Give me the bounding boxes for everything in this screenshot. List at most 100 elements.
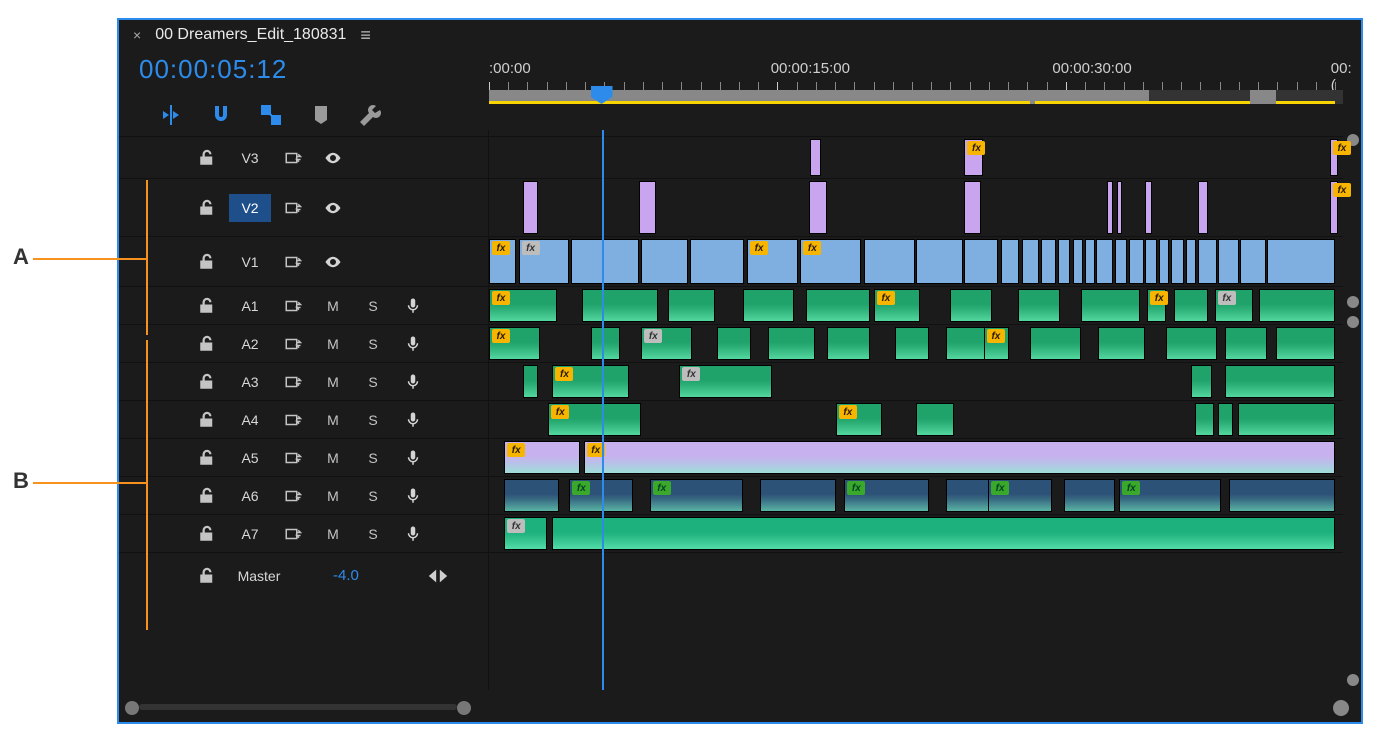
mute-toggle[interactable]: M	[315, 406, 351, 434]
vscroll-nub-mid2[interactable]	[1347, 316, 1359, 328]
clip[interactable]: fx	[519, 239, 570, 284]
track-output-toggle[interactable]	[315, 194, 351, 222]
track-output-toggle[interactable]	[315, 144, 351, 172]
track-target-a6[interactable]: A6	[229, 482, 271, 510]
audio-track-row-a3[interactable]: fxfx	[489, 362, 1343, 400]
clip[interactable]	[1098, 327, 1145, 360]
track-target-a4[interactable]: A4	[229, 406, 271, 434]
lock-toggle[interactable]	[189, 368, 225, 396]
video-track-header-v2[interactable]: V2	[119, 178, 488, 236]
lock-toggle[interactable]	[189, 194, 225, 222]
panel-menu-icon[interactable]: ≡	[360, 25, 371, 46]
track-target-a1[interactable]: A1	[229, 292, 271, 320]
audio-track-row-a5[interactable]: fxfx	[489, 438, 1343, 476]
clip[interactable]	[1064, 479, 1115, 512]
video-track-row-v1[interactable]: fxfxfxfx	[489, 236, 1343, 286]
sync-lock-toggle[interactable]	[275, 194, 311, 222]
solo-toggle[interactable]: S	[355, 406, 391, 434]
clip[interactable]	[641, 239, 688, 284]
clip[interactable]: fx	[836, 403, 883, 436]
clip[interactable]	[1191, 365, 1212, 398]
master-volume-value[interactable]: -4.0	[333, 567, 359, 584]
clip[interactable]	[1225, 365, 1335, 398]
track-target-v2[interactable]: V2	[229, 194, 271, 222]
lock-toggle[interactable]	[189, 482, 225, 510]
sync-lock-toggle[interactable]	[275, 444, 311, 472]
master-track-header[interactable]: Master-4.0	[119, 552, 488, 598]
linked-selection-icon[interactable]	[259, 103, 283, 127]
audio-track-row-a4[interactable]: fxfx	[489, 400, 1343, 438]
clip[interactable]	[1218, 239, 1238, 284]
master-track-row[interactable]	[489, 552, 1343, 598]
clip[interactable]	[1117, 181, 1122, 234]
clip[interactable]	[810, 139, 820, 176]
clip[interactable]	[582, 289, 658, 322]
wrench-icon[interactable]	[359, 103, 383, 127]
clip[interactable]	[591, 327, 621, 360]
sync-lock-toggle[interactable]	[275, 368, 311, 396]
clip[interactable]	[916, 239, 963, 284]
current-time-display[interactable]: 00:00:05:12	[139, 54, 489, 85]
clip[interactable]	[1259, 289, 1335, 322]
clip[interactable]: fx	[1330, 181, 1338, 234]
clip[interactable]: fx	[504, 517, 546, 550]
sync-lock-toggle[interactable]	[275, 406, 311, 434]
clip[interactable]	[1058, 239, 1071, 284]
vscroll-nub-mid1[interactable]	[1347, 296, 1359, 308]
clip[interactable]	[809, 181, 828, 234]
mute-toggle[interactable]: M	[315, 292, 351, 320]
solo-toggle[interactable]: S	[355, 444, 391, 472]
sync-lock-toggle[interactable]	[275, 144, 311, 172]
clip[interactable]: fx	[552, 365, 628, 398]
lock-toggle[interactable]	[189, 520, 225, 548]
clip[interactable]	[760, 479, 836, 512]
track-target-a7[interactable]: A7	[229, 520, 271, 548]
clip[interactable]	[827, 327, 869, 360]
mute-toggle[interactable]: M	[315, 482, 351, 510]
track-target-a3[interactable]: A3	[229, 368, 271, 396]
lock-toggle[interactable]	[189, 444, 225, 472]
audio-track-header-a5[interactable]: A5MS	[119, 438, 488, 476]
clip[interactable]	[1229, 479, 1335, 512]
work-area-bar[interactable]	[489, 90, 1343, 104]
clip[interactable]: fx	[964, 139, 983, 176]
clip[interactable]	[950, 289, 992, 322]
clip[interactable]: fx	[489, 327, 540, 360]
marker-icon[interactable]	[309, 103, 333, 127]
audio-track-header-a7[interactable]: A7MS	[119, 514, 488, 552]
insert-overwrite-icon[interactable]	[159, 103, 183, 127]
audio-track-row-a7[interactable]: fx	[489, 514, 1343, 552]
clip[interactable]	[1145, 239, 1157, 284]
audio-track-header-a2[interactable]: A2MS	[119, 324, 488, 362]
clip[interactable]: fx	[874, 289, 921, 322]
zoom-scrollbar[interactable]	[125, 698, 471, 716]
clip[interactable]	[1238, 403, 1335, 436]
mute-toggle[interactable]: M	[315, 444, 351, 472]
clip[interactable]	[1022, 239, 1039, 284]
clip[interactable]	[1041, 239, 1056, 284]
clip[interactable]	[916, 403, 954, 436]
mute-toggle[interactable]: M	[315, 368, 351, 396]
track-target-v1[interactable]: V1	[229, 248, 271, 276]
clip[interactable]	[1107, 181, 1114, 234]
clip[interactable]	[964, 181, 981, 234]
clip[interactable]	[1225, 327, 1267, 360]
audio-track-row-a1[interactable]: fxfxfxfx	[489, 286, 1343, 324]
lock-toggle[interactable]	[189, 330, 225, 358]
audio-track-row-a2[interactable]: fxfxfx	[489, 324, 1343, 362]
timeline-clip-area[interactable]: fxfxfxfxfxfxfxfxfxfxfxfxfxfxfxfxfxfxfxfx…	[489, 130, 1361, 690]
voiceover-record-toggle[interactable]	[395, 482, 431, 510]
close-sequence-button[interactable]: ×	[133, 27, 141, 43]
clip[interactable]: fx	[984, 327, 1009, 360]
clip[interactable]: fx	[584, 441, 1335, 474]
clip[interactable]	[1030, 327, 1081, 360]
clip[interactable]	[504, 479, 559, 512]
clip[interactable]	[1081, 289, 1140, 322]
clip[interactable]: fx	[1330, 139, 1338, 176]
clip[interactable]	[552, 517, 1335, 550]
clip[interactable]: fx	[489, 239, 516, 284]
video-track-header-v3[interactable]: V3	[119, 136, 488, 178]
audio-track-header-a3[interactable]: A3MS	[119, 362, 488, 400]
clip[interactable]: fx	[988, 479, 1051, 512]
hscroll-nub-right[interactable]	[1333, 700, 1349, 716]
